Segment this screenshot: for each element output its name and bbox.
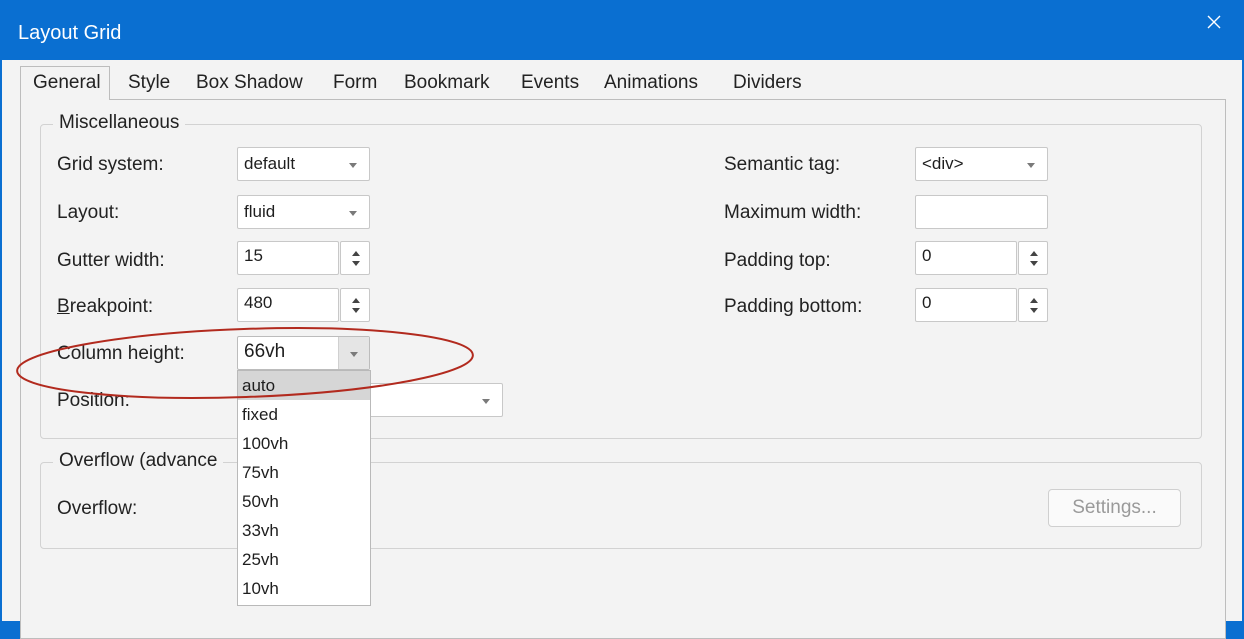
- semantic-tag-select[interactable]: <div>: [915, 147, 1048, 181]
- overflow-group: Overflow (advance: [40, 450, 1202, 549]
- window-title: Layout Grid: [18, 22, 122, 44]
- dropdown-option-75vh[interactable]: 75vh: [238, 458, 370, 487]
- spin-up-icon: [352, 251, 360, 256]
- spin-up-icon: [352, 298, 360, 303]
- grid-system-select[interactable]: default: [237, 147, 370, 181]
- layout-value: fluid: [244, 202, 276, 221]
- padding-bottom-stepper[interactable]: [1018, 288, 1048, 322]
- breakpoint-label-rest: reakpoint:: [69, 296, 154, 317]
- dropdown-option-auto[interactable]: auto: [238, 371, 370, 400]
- breakpoint-stepper[interactable]: [340, 288, 370, 322]
- breakpoint-label: Breakpoint:: [57, 296, 153, 318]
- tab-dividers[interactable]: Dividers: [733, 72, 802, 94]
- overflow-label: Overflow:: [57, 498, 138, 519]
- tab-style[interactable]: Style: [128, 72, 170, 94]
- tab-general[interactable]: General: [20, 66, 110, 100]
- layout-select[interactable]: fluid: [237, 195, 370, 229]
- column-height-select[interactable]: 66vh: [237, 336, 370, 370]
- padding-top-value: 0: [922, 246, 932, 265]
- column-height-value: 66vh: [244, 341, 286, 362]
- spin-down-icon: [352, 261, 360, 266]
- tab-bookmark[interactable]: Bookmark: [404, 72, 490, 94]
- maximum-width-input[interactable]: [915, 195, 1048, 229]
- column-height-dropdown-list: auto fixed 100vh 75vh 50vh 33vh 25vh 10v…: [237, 370, 371, 606]
- layout-label: Layout:: [57, 202, 120, 223]
- gutter-width-input[interactable]: 15: [237, 241, 339, 275]
- miscellaneous-title: Miscellaneous: [53, 112, 186, 134]
- spin-down-icon: [1030, 261, 1038, 266]
- gutter-width-value: 15: [244, 246, 263, 265]
- gutter-width-label: Gutter width:: [57, 250, 165, 271]
- close-icon: [1207, 15, 1221, 29]
- title-bar: Layout Grid: [0, 0, 1244, 60]
- dropdown-option-100vh[interactable]: 100vh: [238, 429, 370, 458]
- close-button[interactable]: [1184, 0, 1244, 44]
- tab-events[interactable]: Events: [521, 72, 579, 94]
- position-label: Position:: [57, 390, 130, 411]
- chevron-down-icon: [350, 352, 358, 357]
- spin-up-icon: [1030, 251, 1038, 256]
- dropdown-option-25vh[interactable]: 25vh: [238, 545, 370, 574]
- grid-system-label: Grid system:: [57, 154, 164, 175]
- semantic-tag-label: Semantic tag:: [724, 154, 841, 175]
- spin-down-icon: [352, 308, 360, 313]
- spin-down-icon: [1030, 308, 1038, 313]
- breakpoint-value: 480: [244, 293, 273, 312]
- spin-up-icon: [1030, 298, 1038, 303]
- gutter-width-stepper[interactable]: [340, 241, 370, 275]
- breakpoint-input[interactable]: 480: [237, 288, 339, 322]
- dropdown-option-50vh[interactable]: 50vh: [238, 487, 370, 516]
- tab-form[interactable]: Form: [333, 72, 377, 94]
- dialog-window: Layout Grid General Style Box Shadow For…: [0, 0, 1244, 639]
- padding-top-label: Padding top:: [724, 250, 831, 271]
- grid-system-value: default: [244, 154, 296, 173]
- settings-button[interactable]: Settings...: [1048, 489, 1181, 527]
- dropdown-option-10vh[interactable]: 10vh: [238, 574, 370, 603]
- maximum-width-label: Maximum width:: [724, 202, 862, 223]
- column-height-label: Column height:: [57, 343, 185, 364]
- breakpoint-label-accesskey: B: [57, 296, 70, 317]
- tab-animations[interactable]: Animations: [604, 72, 698, 94]
- padding-bottom-label: Padding bottom:: [724, 296, 863, 317]
- chevron-down-icon: [482, 399, 490, 404]
- dropdown-option-fixed[interactable]: fixed: [238, 400, 370, 429]
- dropdown-button[interactable]: [338, 337, 369, 369]
- chevron-down-icon: [349, 163, 357, 168]
- padding-bottom-value: 0: [922, 293, 932, 312]
- padding-top-stepper[interactable]: [1018, 241, 1048, 275]
- padding-top-input[interactable]: 0: [915, 241, 1017, 275]
- overflow-group-title: Overflow (advance: [53, 450, 224, 472]
- dropdown-option-33vh[interactable]: 33vh: [238, 516, 370, 545]
- tab-box-shadow[interactable]: Box Shadow: [196, 72, 303, 94]
- chevron-down-icon: [349, 211, 357, 216]
- padding-bottom-input[interactable]: 0: [915, 288, 1017, 322]
- semantic-tag-value: <div>: [922, 154, 964, 173]
- chevron-down-icon: [1027, 163, 1035, 168]
